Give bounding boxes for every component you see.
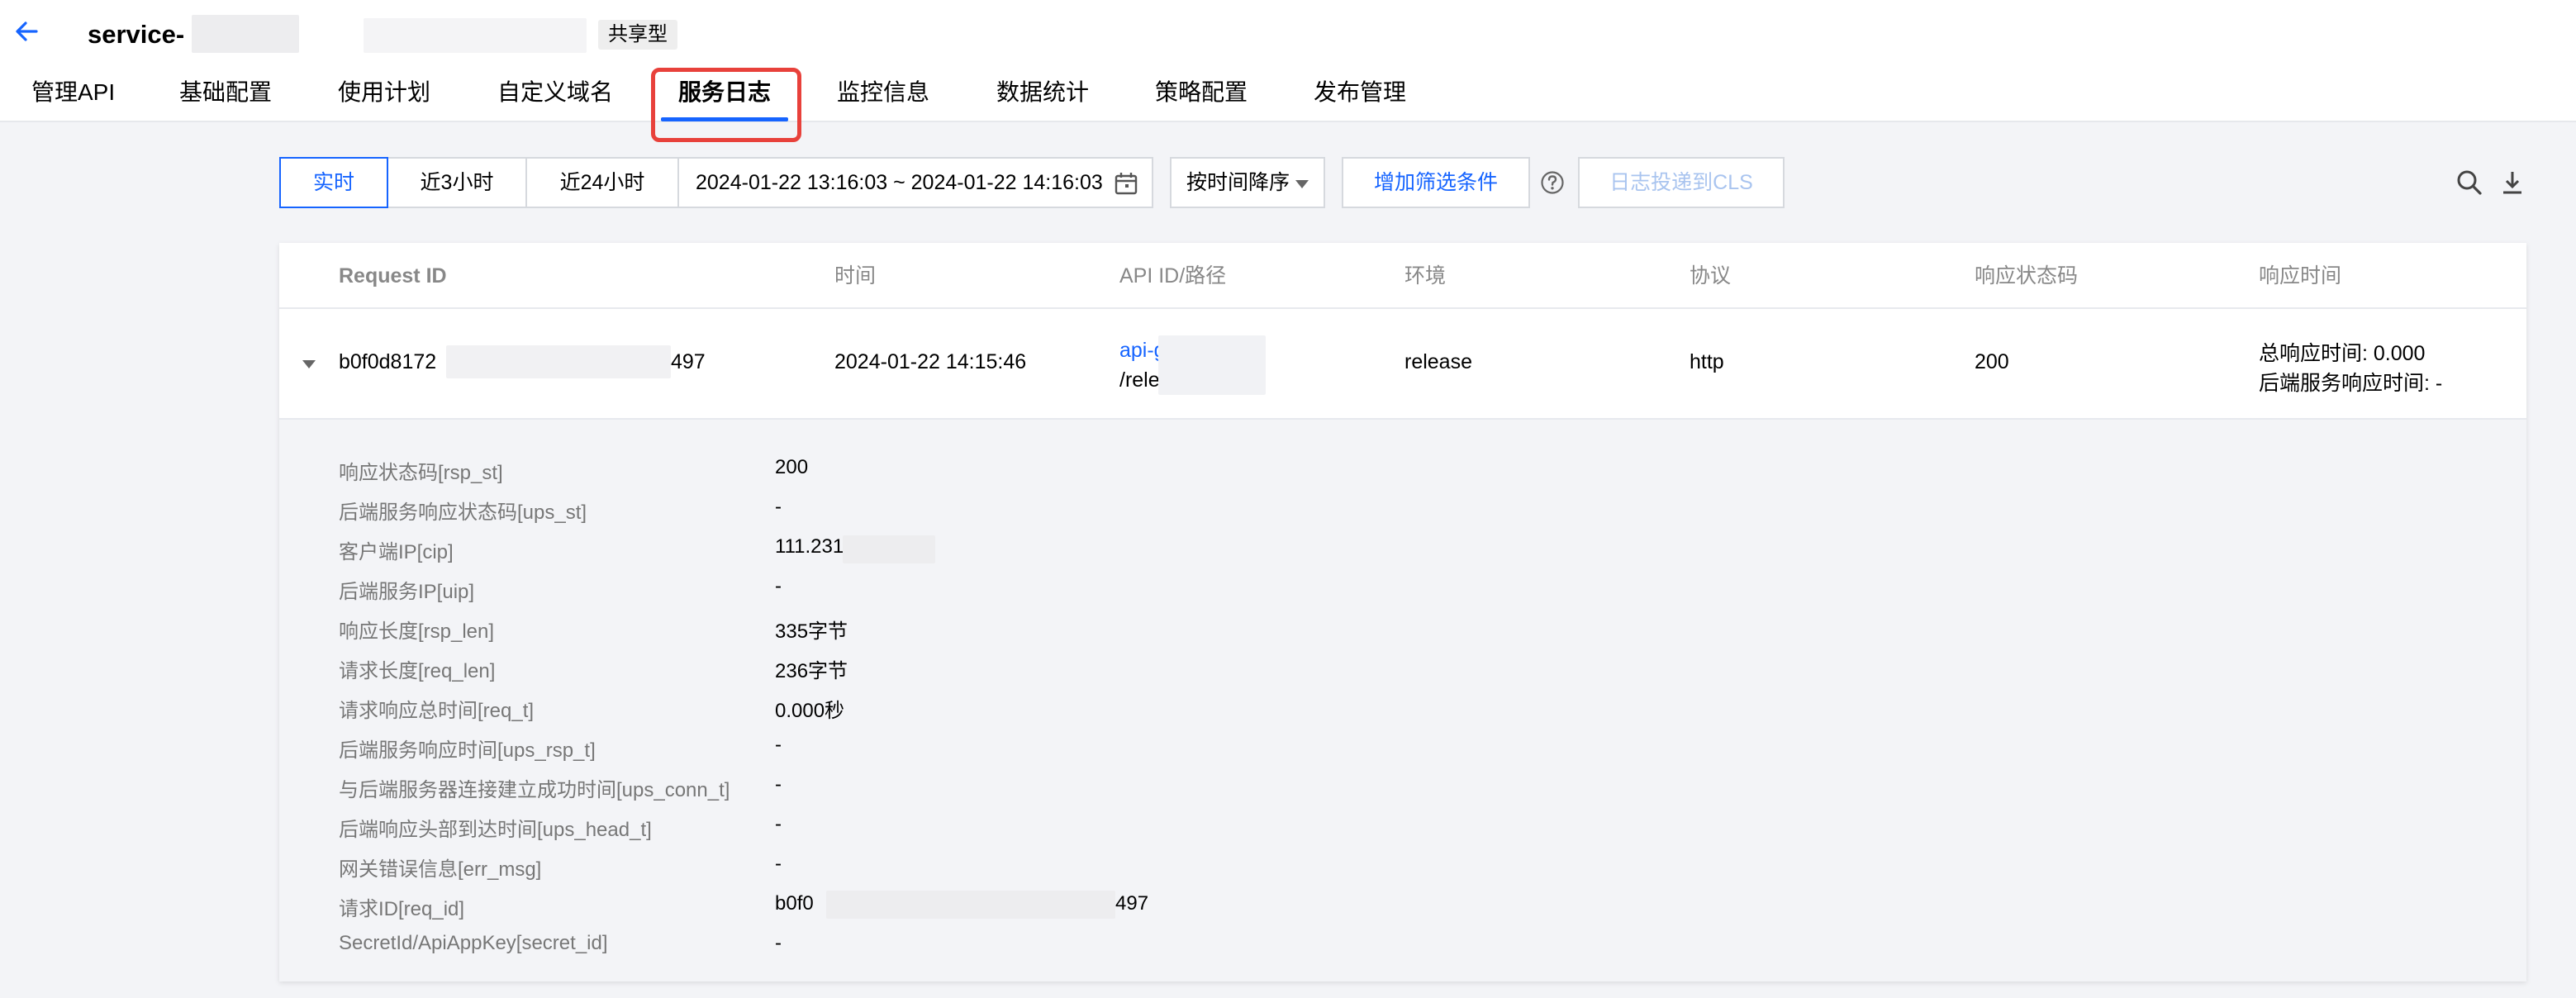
page: service- 共享型 管理API 基础配置 使用计划 自定义域名 服务日志 …: [0, 0, 2576, 998]
detail-value-suffix: 497: [1115, 892, 1149, 915]
search-icon[interactable]: [2455, 169, 2483, 197]
detail-label: 后端服务IP[uip]: [339, 581, 475, 603]
tab-service-log[interactable]: 服务日志: [678, 69, 771, 122]
time-cell: 2024-01-22 14:15:46: [834, 350, 1027, 373]
calendar-icon: [1114, 171, 1138, 196]
detail-value: -: [775, 932, 782, 954]
ship-to-cls-button[interactable]: 日志投递到CLS: [1578, 157, 1785, 208]
column-header: 环境: [1404, 264, 1447, 288]
request-id-prefix: b0f0d8172: [339, 350, 437, 373]
detail-value: 335字节: [775, 620, 848, 643]
detail-label: 后端服务响应状态码[ups_st]: [339, 501, 587, 524]
redacted-client-ip: [843, 535, 935, 563]
log-table: Request ID 时间 API ID/路径 环境 协议 响应状态码 响应时间…: [279, 243, 2526, 981]
log-detail-panel: 响应状态码[rsp_st] 200 后端服务响应状态码[ups_st] - 客户…: [279, 420, 2526, 981]
redacted-service-name: [192, 15, 299, 53]
detail-value: -: [775, 496, 782, 518]
redacted-service-name: [364, 18, 587, 53]
redacted-request-id: [446, 345, 671, 378]
detail-value: -: [775, 734, 782, 756]
date-range-value: 2024-01-22 13:16:03 ~ 2024-01-22 14:16:0…: [696, 171, 1103, 194]
detail-label: 与后端服务器连接建立成功时间[ups_conn_t]: [339, 779, 730, 801]
service-header: service- 共享型 管理API 基础配置 使用计划 自定义域名 服务日志 …: [0, 0, 2576, 122]
detail-value: -: [775, 575, 782, 597]
tab-usage-plan[interactable]: 使用计划: [338, 69, 430, 122]
detail-label: 请求响应总时间[req_t]: [339, 700, 535, 722]
column-header: 时间: [834, 264, 877, 288]
detail-label: 响应状态码[rsp_st]: [339, 462, 503, 484]
tab-statistics[interactable]: 数据统计: [996, 69, 1089, 122]
detail-value: 200: [775, 456, 809, 478]
detail-label: 客户端IP[cip]: [339, 541, 454, 563]
status-code-cell: 200: [1975, 350, 2009, 373]
request-id-suffix: 497: [671, 350, 706, 373]
detail-value: 0.000秒: [775, 700, 845, 722]
tab-policy-config[interactable]: 策略配置: [1155, 69, 1248, 122]
detail-value: 236字节: [775, 660, 848, 682]
tab-basic-config[interactable]: 基础配置: [179, 69, 272, 122]
detail-value: -: [775, 853, 782, 875]
sort-select[interactable]: 按时间降序: [1170, 157, 1325, 208]
tab-release-management[interactable]: 发布管理: [1314, 69, 1406, 122]
detail-label: 请求长度[req_len]: [339, 660, 496, 682]
column-header: Request ID: [339, 264, 447, 288]
download-icon[interactable]: [2498, 169, 2526, 197]
chevron-down-icon: [1295, 180, 1309, 188]
arrow-left-icon: [16, 21, 38, 41]
detail-label: 后端服务响应时间[ups_rsp_t]: [339, 739, 596, 762]
header-divider: [279, 307, 2526, 309]
redacted-api-id: [1158, 335, 1266, 395]
detail-label: 网关错误信息[err_msg]: [339, 858, 542, 881]
help-circle-icon[interactable]: [1540, 170, 1565, 195]
service-title: service-: [88, 20, 185, 49]
column-header: 响应状态码: [1975, 264, 2079, 288]
tab-custom-domain[interactable]: 自定义域名: [497, 69, 613, 122]
detail-value: -: [775, 813, 782, 835]
add-filter-button[interactable]: 增加筛选条件: [1342, 157, 1530, 208]
backend-response-time: 后端服务响应时间: -: [2259, 372, 2443, 395]
sort-select-value: 按时间降序: [1186, 171, 1290, 194]
date-range-picker[interactable]: 2024-01-22 13:16:03 ~ 2024-01-22 14:16:0…: [677, 157, 1153, 208]
column-header: 响应时间: [2259, 264, 2342, 288]
column-header: 协议: [1690, 264, 1732, 288]
time-range-3h[interactable]: 近3小时: [387, 157, 527, 208]
instance-type-badge: 共享型: [598, 20, 677, 50]
detail-label: 后端响应头部到达时间[ups_head_t]: [339, 819, 652, 841]
protocol-cell: http: [1690, 350, 1724, 373]
detail-label: SecretId/ApiAppKey[secret_id]: [339, 932, 608, 954]
tab-manage-api[interactable]: 管理API: [31, 69, 115, 122]
detail-value: b0f0: [775, 892, 814, 915]
request-id-cell: b0f0d8172: [339, 350, 436, 374]
back-button[interactable]: [12, 17, 41, 46]
expand-caret-icon[interactable]: [302, 360, 316, 368]
active-tab-indicator: [661, 117, 788, 121]
total-response-time: 总响应时间: 0.000: [2259, 342, 2426, 365]
column-header: API ID/路径: [1119, 264, 1227, 288]
detail-label: 响应长度[rsp_len]: [339, 620, 495, 643]
time-range-realtime[interactable]: 实时: [279, 157, 388, 208]
environment-cell: release: [1404, 350, 1472, 373]
redacted-request-id: [826, 891, 1115, 919]
detail-label: 请求ID[req_id]: [339, 898, 465, 920]
time-range-24h[interactable]: 近24小时: [525, 157, 679, 208]
tab-monitoring[interactable]: 监控信息: [837, 69, 929, 122]
detail-value: -: [775, 773, 782, 796]
detail-value: 111.231.: [775, 535, 849, 558]
